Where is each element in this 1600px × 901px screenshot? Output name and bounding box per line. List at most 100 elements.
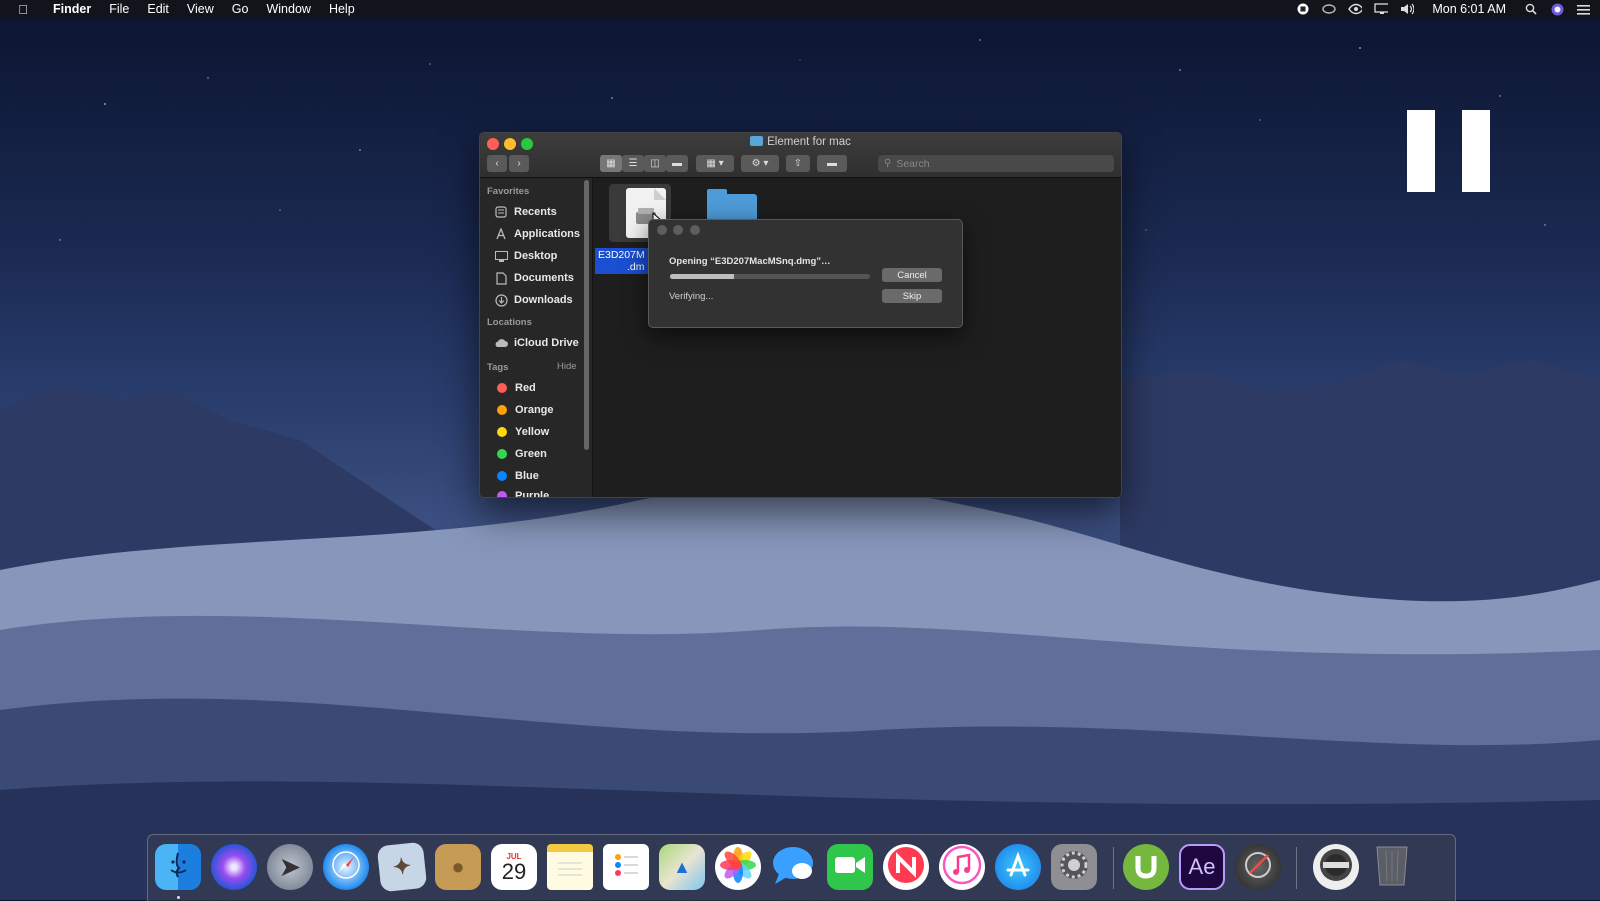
- tag-icon: ▬: [827, 158, 837, 169]
- sidebar-tag-red[interactable]: Red: [494, 378, 536, 398]
- icon-view-button[interactable]: ▦: [600, 155, 622, 172]
- sidebar-tag-green[interactable]: Green: [494, 444, 547, 464]
- dock-app-store[interactable]: [995, 844, 1041, 890]
- photos-flower-icon: [719, 846, 757, 889]
- menu-file[interactable]: File: [100, 2, 138, 16]
- dialog-zoom-button[interactable]: [690, 225, 700, 235]
- dock-messages[interactable]: [771, 844, 817, 890]
- favorites-heading: Favorites: [487, 186, 530, 197]
- sidebar-item-downloads[interactable]: Downloads: [494, 290, 573, 310]
- nvidia-icon[interactable]: [1348, 3, 1363, 15]
- sidebar-item-recents[interactable]: Recents: [494, 202, 557, 222]
- tags-button[interactable]: ▬: [817, 155, 847, 172]
- clock-icon: [494, 205, 508, 219]
- menu-help[interactable]: Help: [320, 2, 364, 16]
- dock-contacts[interactable]: ●: [435, 844, 481, 890]
- dock-notes[interactable]: [547, 844, 593, 890]
- locations-heading: Locations: [487, 317, 532, 328]
- skip-button[interactable]: Skip: [882, 289, 942, 303]
- sidebar-item-label: Applications: [514, 228, 581, 240]
- dialog-minimize-button[interactable]: [673, 225, 683, 235]
- menu-finder[interactable]: Finder: [44, 2, 100, 16]
- dialog-title: Opening “E3D207MacMSnq.dmg”…: [669, 256, 831, 267]
- apple-logo-icon[interactable]: : [16, 2, 30, 17]
- utorrent-icon: [1131, 850, 1161, 885]
- sidebar-item-applications[interactable]: Applications: [494, 224, 580, 244]
- dock-mail[interactable]: ✦: [376, 841, 428, 893]
- menu-go[interactable]: Go: [223, 2, 258, 16]
- tag-color-dot: [497, 405, 507, 415]
- dock-photos[interactable]: [715, 844, 761, 890]
- dock-calendar[interactable]: JUL 29: [491, 844, 537, 890]
- sidebar-tag-orange[interactable]: Orange: [494, 400, 554, 420]
- dock-news[interactable]: [883, 844, 929, 890]
- chevron-right-icon: ›: [517, 158, 521, 169]
- dock-disk-utility[interactable]: [1235, 844, 1281, 890]
- running-indicator: [177, 896, 180, 899]
- search-icon[interactable]: [1524, 3, 1538, 15]
- menubar-clock[interactable]: Mon 6:01 AM: [1432, 2, 1506, 16]
- cloud-icon: [494, 336, 508, 350]
- volume-icon[interactable]: [1400, 3, 1415, 15]
- back-button[interactable]: ‹: [487, 155, 507, 172]
- gear-icon: ⚙ ▾: [751, 158, 769, 169]
- sidebar-item-desktop[interactable]: Desktop: [494, 246, 557, 266]
- chevron-left-icon: ‹: [495, 158, 499, 169]
- rocket-icon: ➤: [279, 853, 301, 881]
- menu-edit[interactable]: Edit: [138, 2, 178, 16]
- tag-color-dot: [497, 449, 507, 459]
- pause-overlay-left-bar: [1407, 110, 1435, 192]
- share-button[interactable]: ⇧: [786, 155, 810, 172]
- document-icon: [494, 271, 508, 285]
- sidebar-tag-purple[interactable]: Purple: [494, 486, 549, 497]
- dock-separator: [1296, 847, 1297, 889]
- dock-reminders[interactable]: [603, 844, 649, 890]
- dmg-file-label-line2: .dm: [627, 261, 645, 273]
- record-icon[interactable]: [1296, 3, 1310, 15]
- menu-window[interactable]: Window: [257, 2, 319, 16]
- sidebar-item-label: Downloads: [514, 294, 573, 306]
- list-view-button[interactable]: ☰: [622, 155, 644, 172]
- desktop-icon: [494, 249, 508, 263]
- dock-webroot[interactable]: [1313, 844, 1359, 890]
- dock-maps[interactable]: ▲: [659, 844, 705, 890]
- dock-finder[interactable]: [155, 844, 201, 890]
- sidebar-item-documents[interactable]: Documents: [494, 268, 574, 288]
- column-view-button[interactable]: ◫: [644, 155, 666, 172]
- verify-progress-bar: [670, 274, 870, 279]
- search-field[interactable]: ⚲ Search: [878, 155, 1114, 172]
- dock-system-preferences[interactable]: [1051, 844, 1097, 890]
- group-by-button[interactable]: ▦ ▾: [696, 155, 734, 172]
- tags-hide-link[interactable]: Hide: [550, 361, 577, 375]
- download-icon: [494, 293, 508, 307]
- menu-bar:  Finder File Edit View Go Window Help M…: [0, 0, 1600, 18]
- dock-utorrent[interactable]: [1123, 844, 1169, 890]
- dock-trash[interactable]: [1369, 844, 1415, 890]
- dock-after-effects[interactable]: Ae: [1179, 844, 1225, 890]
- search-icon: ⚲: [884, 158, 892, 169]
- dock-facetime[interactable]: [827, 844, 873, 890]
- finder-sidebar: Favorites Recents Applications Desktop D…: [480, 178, 593, 497]
- tag-color-dot: [497, 427, 507, 437]
- menu-view[interactable]: View: [178, 2, 223, 16]
- action-button[interactable]: ⚙ ▾: [741, 155, 779, 172]
- sidebar-item-icloud-drive[interactable]: iCloud Drive: [494, 333, 579, 353]
- window-titlebar: Element for mac ‹ › ▦ ☰ ◫ ▬ ▦ ▾ ⚙ ▾ ⇧ ▬ …: [480, 133, 1121, 178]
- dock-launchpad[interactable]: ➤: [267, 844, 313, 890]
- gallery-view-button[interactable]: ▬: [666, 155, 688, 172]
- dock-itunes[interactable]: [939, 844, 985, 890]
- dock-siri[interactable]: [211, 844, 257, 890]
- after-effects-label: Ae: [1188, 854, 1216, 879]
- siri-icon[interactable]: [1550, 3, 1564, 15]
- sidebar-tag-yellow[interactable]: Yellow: [494, 422, 549, 442]
- forward-button[interactable]: ›: [509, 155, 529, 172]
- creative-cloud-icon[interactable]: [1322, 3, 1337, 15]
- sidebar-scrollbar[interactable]: [584, 180, 589, 450]
- display-icon[interactable]: [1374, 3, 1389, 15]
- dock-safari[interactable]: [323, 844, 369, 890]
- cancel-button[interactable]: Cancel: [882, 268, 942, 282]
- dialog-close-button[interactable]: [657, 225, 667, 235]
- applications-icon: [494, 227, 508, 241]
- sidebar-tag-blue[interactable]: Blue: [494, 466, 539, 486]
- notification-center-icon[interactable]: [1576, 3, 1590, 15]
